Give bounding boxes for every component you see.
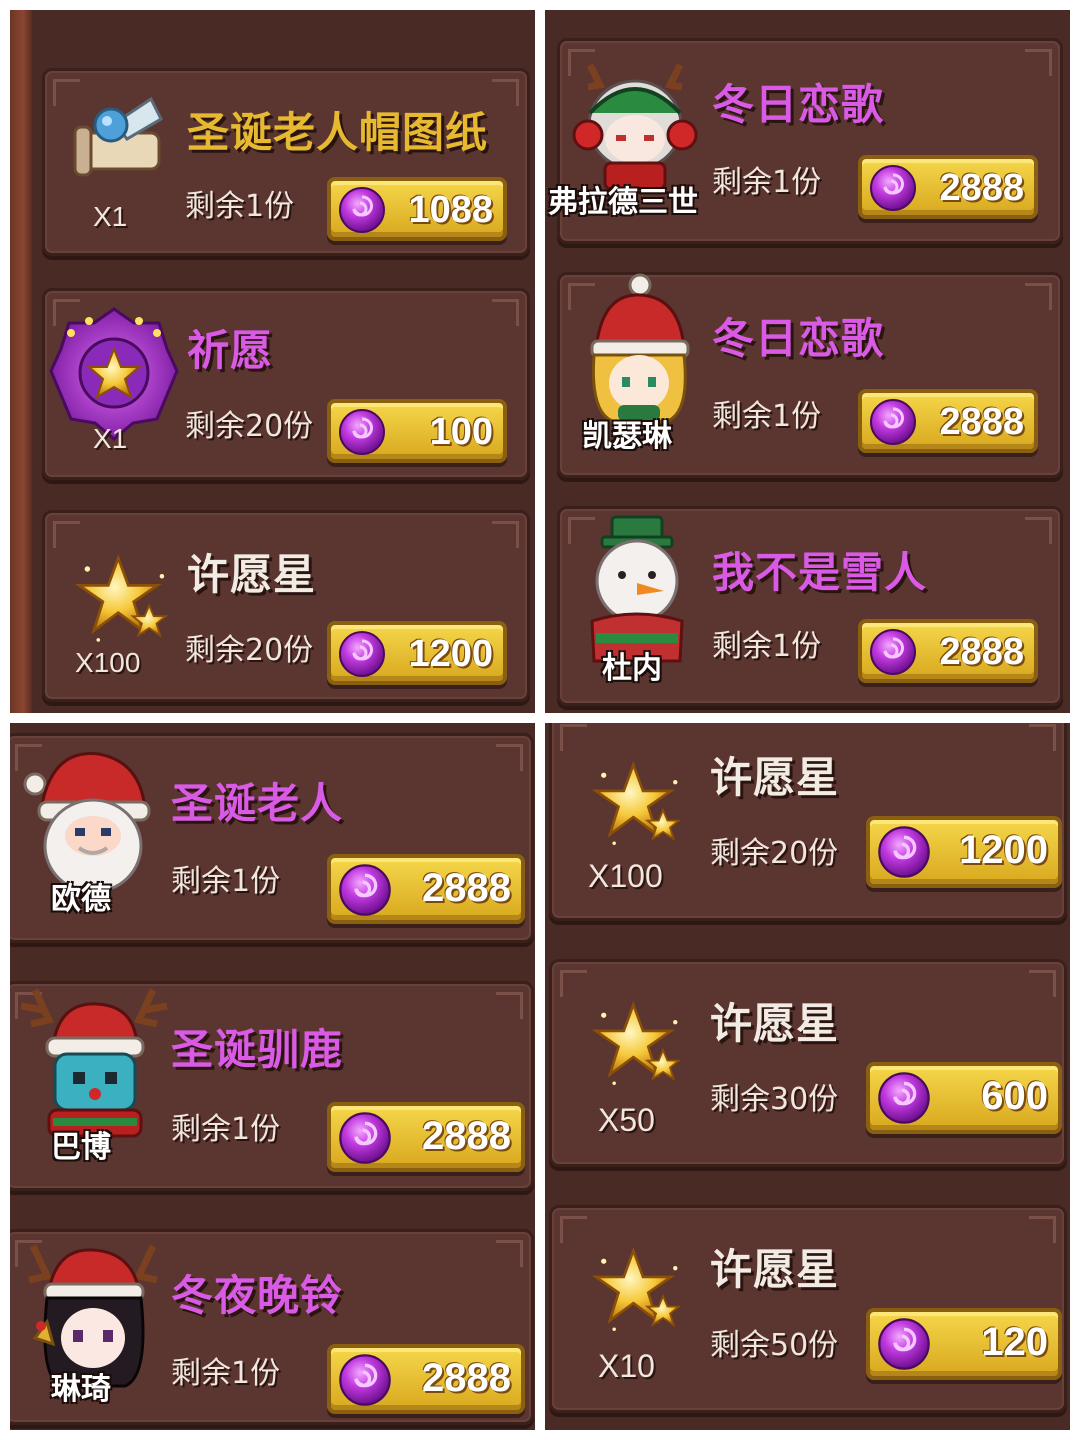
item-quantity: X1 — [93, 423, 128, 454]
shop-item-card: X1 祈愿 剩余20份 100 — [42, 288, 530, 480]
shop-panel-bottom-left: 欧德 圣诞老人 剩余1份 2888 巴博 圣诞驯鹿 剩余1份 2888 琳琦 冬… — [10, 723, 535, 1430]
remaining-stock: 剩余1份 — [712, 165, 822, 200]
character-name: 杜内 — [602, 651, 662, 686]
item-quantity: X100 — [75, 647, 141, 678]
price-label: 120 — [981, 1320, 1048, 1364]
remaining-stock: 剩余20份 — [185, 633, 314, 668]
remaining-stock: 剩余50份 — [710, 1328, 839, 1363]
remaining-stock: 剩余1份 — [712, 629, 822, 664]
price-label: 2888 — [939, 401, 1024, 443]
buy-button[interactable]: 100 — [327, 399, 507, 463]
wish-star-icon — [588, 996, 684, 1092]
remaining-stock: 剩余1份 — [712, 399, 822, 434]
item-title: 祈愿 — [187, 326, 274, 375]
gem-currency-icon — [338, 1353, 392, 1407]
price-label: 2888 — [422, 1114, 511, 1158]
character-name: 琳琦 — [51, 1372, 111, 1407]
character-name: 弗拉德三世 — [548, 185, 698, 220]
shop-item-card: 琳琦 冬夜晚铃 剩余1份 2888 — [10, 1229, 534, 1425]
wish-star-icon — [588, 1242, 684, 1338]
reindeer-headphone-character-icon — [570, 55, 700, 195]
item-title: 我不是雪人 — [712, 548, 928, 597]
gem-currency-icon — [338, 1111, 392, 1165]
buy-button[interactable]: 1200 — [327, 621, 507, 685]
wish-star-icon — [71, 549, 171, 649]
item-title: 冬日恋歌 — [712, 314, 885, 363]
price-label: 2888 — [422, 1356, 511, 1400]
remaining-stock: 剩余1份 — [171, 1356, 281, 1391]
shop-item-card: 弗拉德三世 冬日恋歌 剩余1份 2888 — [548, 38, 1063, 244]
scroll-blueprint-icon — [65, 93, 175, 193]
gem-currency-icon — [338, 630, 386, 678]
item-title: 圣诞老人 — [171, 779, 344, 828]
gem-currency-icon — [877, 825, 931, 879]
shop-panel-top-right: 弗拉德三世 冬日恋歌 剩余1份 2888 凯瑟琳 冬日恋歌 剩余1份 2888 … — [545, 10, 1070, 713]
character-name: 巴博 — [51, 1130, 111, 1165]
item-quantity: X1 — [93, 201, 128, 232]
gem-currency-icon — [869, 398, 917, 446]
buy-button[interactable]: 2888 — [858, 619, 1038, 683]
item-quantity: X50 — [598, 1102, 655, 1138]
shop-item-card: 杜内 我不是雪人 剩余1份 2888 — [557, 506, 1063, 706]
item-title: 许愿星 — [187, 550, 317, 599]
gem-currency-icon — [877, 1071, 931, 1125]
price-label: 100 — [429, 411, 493, 453]
buy-button[interactable]: 2888 — [858, 155, 1038, 219]
buy-button[interactable]: 600 — [866, 1062, 1062, 1134]
shop-item-card: 欧德 圣诞老人 剩余1份 2888 — [10, 733, 534, 943]
gem-currency-icon — [869, 628, 917, 676]
gem-currency-icon — [338, 408, 386, 456]
remaining-stock: 剩余1份 — [185, 189, 295, 224]
shop-panel-top-left: X1 圣诞老人帽图纸 剩余1份 1088 X1 祈愿 剩余20份 100 X10… — [10, 10, 535, 713]
shop-item-card: X100 许愿星 剩余20份 1200 — [42, 510, 530, 702]
gem-currency-icon — [338, 186, 386, 234]
wish-star-icon — [588, 756, 684, 852]
buy-button[interactable]: 120 — [866, 1308, 1062, 1380]
buy-button[interactable]: 1200 — [866, 816, 1062, 888]
remaining-stock: 剩余20份 — [710, 836, 839, 871]
item-title: 圣诞老人帽图纸 — [187, 108, 489, 157]
shop-item-card: 巴博 圣诞驯鹿 剩余1份 2888 — [10, 981, 534, 1191]
price-label: 2888 — [422, 866, 511, 910]
gem-currency-icon — [869, 164, 917, 212]
price-label: 600 — [981, 1074, 1048, 1118]
shop-item-card: X1 圣诞老人帽图纸 剩余1份 1088 — [42, 68, 530, 256]
price-label: 2888 — [939, 167, 1024, 209]
wish-emblem-icon — [49, 301, 179, 441]
shop-item-card: 凯瑟琳 冬日恋歌 剩余1份 2888 — [557, 272, 1063, 478]
remaining-stock: 剩余20份 — [185, 409, 314, 444]
character-name: 凯瑟琳 — [582, 419, 672, 454]
price-label: 1200 — [408, 633, 493, 675]
buy-button[interactable]: 1088 — [327, 177, 507, 241]
buy-button[interactable]: 2888 — [327, 1102, 525, 1172]
item-title: 圣诞驯鹿 — [171, 1025, 344, 1074]
shop-item-card: X50 许愿星 剩余30份 600 — [549, 959, 1067, 1167]
gem-currency-icon — [877, 1317, 931, 1371]
gem-currency-icon — [338, 863, 392, 917]
remaining-stock: 剩余1份 — [171, 1112, 281, 1147]
item-title: 冬日恋歌 — [712, 80, 885, 129]
item-title: 许愿星 — [710, 999, 840, 1048]
item-quantity: X100 — [588, 858, 663, 894]
price-label: 1088 — [408, 189, 493, 231]
reindeer-robot-character-icon — [10, 976, 179, 1146]
item-title: 冬夜晚铃 — [171, 1271, 344, 1320]
remaining-stock: 剩余30份 — [710, 1082, 839, 1117]
shop-item-card: X10 许愿星 剩余50份 120 — [549, 1205, 1067, 1413]
remaining-stock: 剩余1份 — [171, 864, 281, 899]
shop-item-card: X100 许愿星 剩余20份 1200 — [549, 723, 1067, 921]
item-title: 许愿星 — [710, 753, 840, 802]
price-label: 1200 — [959, 828, 1048, 872]
buy-button[interactable]: 2888 — [858, 389, 1038, 453]
price-label: 2888 — [939, 631, 1024, 673]
item-quantity: X10 — [598, 1348, 655, 1384]
shop-panel-bottom-right: X100 许愿星 剩余20份 1200 X50 许愿星 剩余30份 600 X1… — [545, 723, 1070, 1430]
buy-button[interactable]: 2888 — [327, 854, 525, 924]
item-title: 许愿星 — [710, 1245, 840, 1294]
character-name: 欧德 — [51, 882, 111, 917]
buy-button[interactable]: 2888 — [327, 1344, 525, 1414]
